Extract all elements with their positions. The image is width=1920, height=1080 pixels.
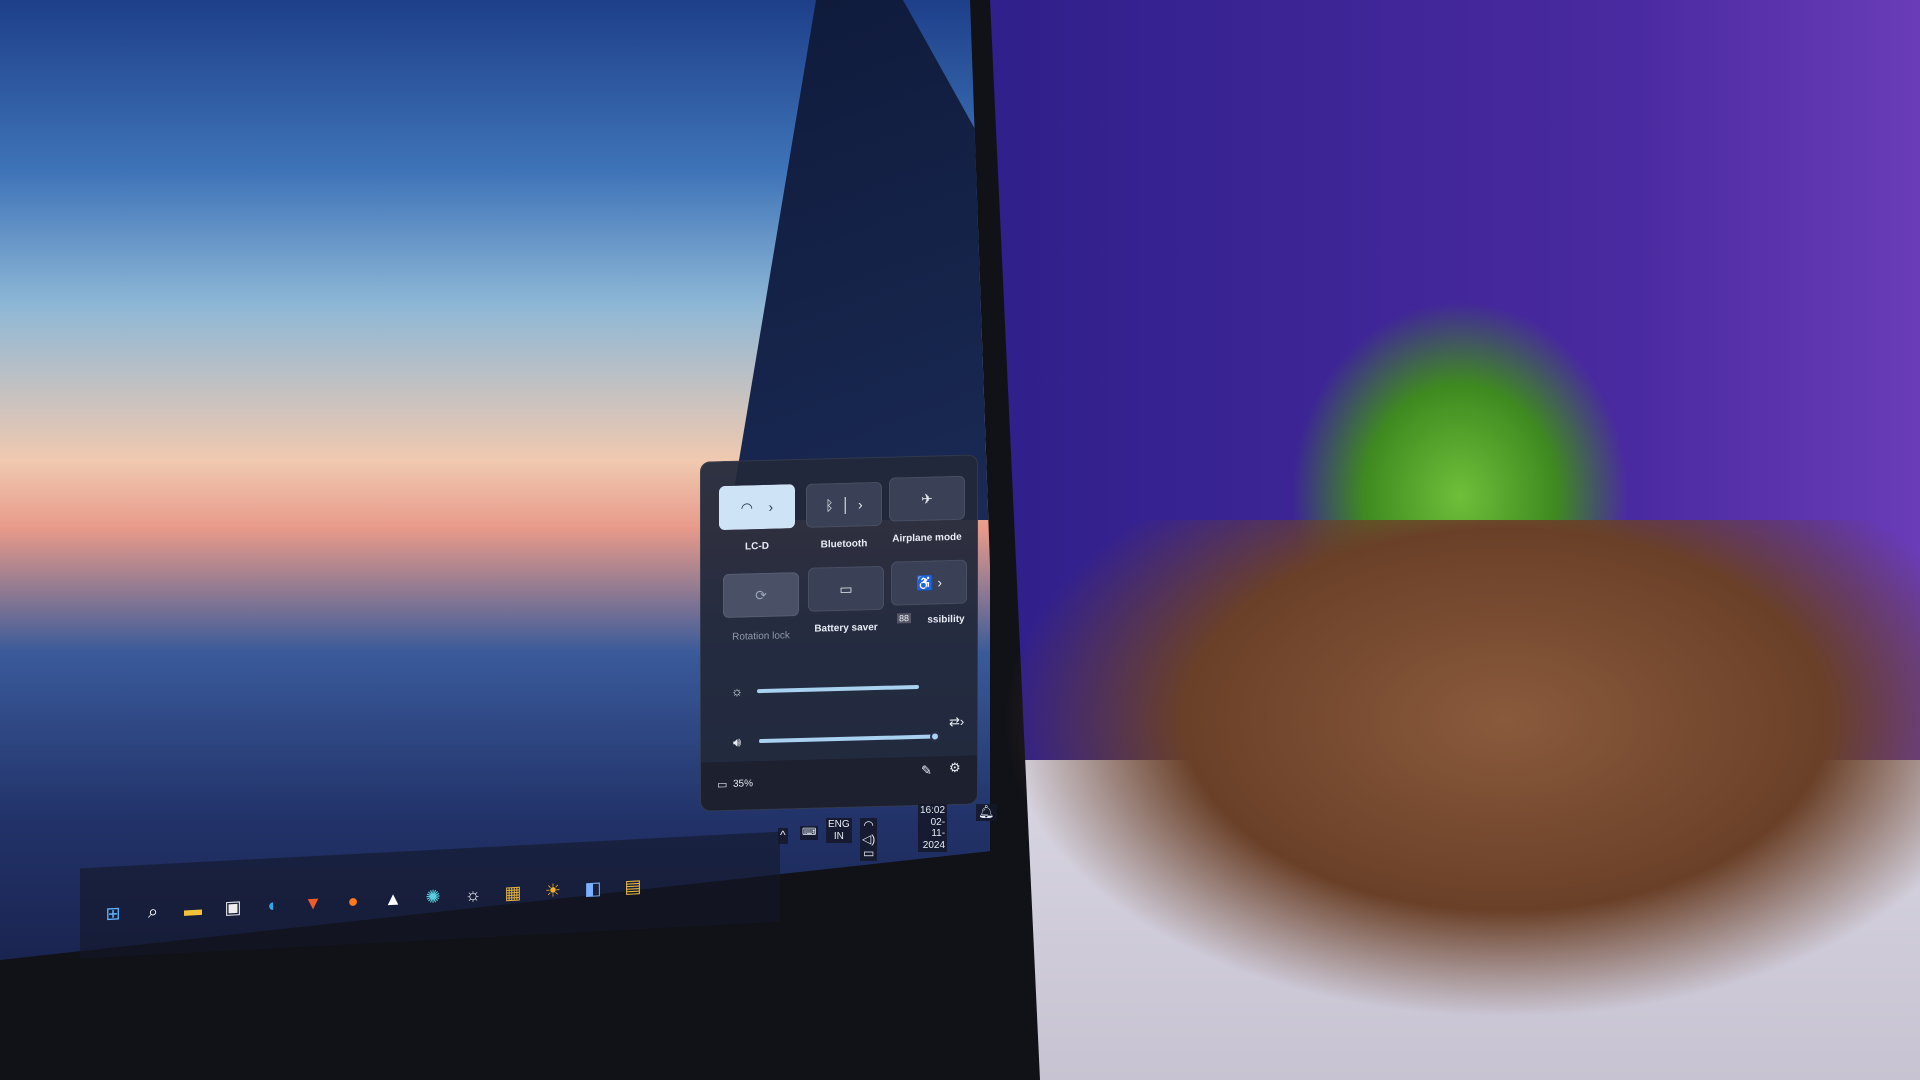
notification-bell-icon[interactable]: 🔔︎ (976, 804, 997, 821)
battery-saver-label: Battery saver (814, 621, 878, 635)
accessibility-tile[interactable]: ♿ › (891, 559, 967, 606)
app2-icon[interactable]: ◧ (580, 875, 606, 902)
volume-icon: ◁) (862, 831, 876, 846)
accessibility-label: ssibility (927, 613, 965, 626)
language-indicator[interactable]: ENG IN (826, 818, 852, 843)
battery-icon: ▭ (862, 845, 875, 860)
wifi-label: LC-D (745, 540, 769, 553)
desktop-wallpaper: ◠ › LC-D ᛒ │ › Bluetooth ✈ Airplane mode… (0, 0, 990, 960)
network-volume-battery-tray[interactable]: ◠ ◁) ▭ (860, 818, 878, 862)
start-icon[interactable]: ⊞ (100, 900, 126, 927)
airplane-mode-tile[interactable]: ✈ (889, 475, 965, 522)
battery-saver-tile[interactable]: ▭ (808, 565, 884, 612)
quick-settings-panel: ◠ › LC-D ᛒ │ › Bluetooth ✈ Airplane mode… (700, 454, 978, 812)
hand (1000, 520, 1920, 1020)
show-hidden-icons-chevron[interactable]: ^ (778, 828, 788, 844)
wifi-icon: ◠ (740, 498, 753, 516)
volume-slider-thumb[interactable] (930, 731, 940, 742)
file-explorer-icon[interactable]: ▬ (180, 896, 206, 923)
airplane-icon: ✈ (921, 490, 933, 507)
rotation-lock-icon: ⟳ (755, 586, 767, 603)
store-icon[interactable]: ▣ (220, 894, 246, 921)
bluetooth-tile[interactable]: ᛒ │ › (806, 481, 882, 528)
time: 16:02 (920, 805, 946, 816)
chevron-right-icon[interactable]: › (769, 499, 774, 515)
battery-percent[interactable]: 35% (733, 778, 753, 790)
language: ENG (828, 819, 850, 830)
system-tray: ^ ⌨ ENG IN ◠ ◁) ▭ 16:02 02-11-2024 🔔︎ (0, 0, 997, 862)
rotation-lock-tile[interactable]: ⟳ (723, 572, 799, 619)
airplane-mode-label: Airplane mode (892, 531, 962, 545)
brave-icon[interactable]: ▼ (300, 889, 326, 916)
settings-icon[interactable]: ✺ (420, 883, 446, 910)
rotation-lock-label: Rotation lock (732, 630, 790, 643)
battery-icon: ▭ (717, 778, 728, 792)
clock[interactable]: 16:02 02-11-2024 (918, 804, 948, 852)
volume-slider[interactable] (759, 734, 935, 744)
keyboard-icon[interactable]: ⌨ (800, 826, 819, 840)
weather-icon[interactable]: ☀ (540, 877, 566, 904)
wallpaper-trees (729, 0, 990, 520)
chevron-right-icon[interactable]: › (937, 574, 942, 590)
chevron-right-icon[interactable]: › (858, 496, 863, 512)
brightness-icon: ☼ (731, 683, 743, 699)
photos-icon[interactable]: ▦ (500, 879, 526, 906)
search-icon[interactable]: ⌕ (140, 898, 166, 925)
bluetooth-label: Bluetooth (820, 538, 868, 551)
edge-icon[interactable]: ◐ (260, 892, 286, 919)
brightness-icon[interactable]: ☼ (460, 881, 486, 908)
date: 02-11-2024 (922, 816, 946, 851)
audio-output-icon[interactable]: ⇄› (949, 714, 964, 730)
badge: 88 (897, 613, 912, 624)
bluetooth-icon: ᛒ (825, 497, 834, 514)
wifi-icon: ◠ (863, 818, 874, 832)
quick-settings-footer: ▭ 35% ✎ ⚙ (701, 755, 977, 811)
edit-pencil-icon[interactable]: ✎ (921, 763, 932, 779)
region: IN (833, 830, 844, 842)
battery-saver-icon: ▭ (839, 580, 853, 597)
app-icon[interactable]: ▲ (380, 885, 406, 912)
volume-icon: 🔊︎ (733, 734, 742, 750)
firefox-icon[interactable]: ● (340, 887, 366, 914)
settings-gear-icon[interactable]: ⚙ (949, 760, 961, 776)
app3-icon[interactable]: ▤ (620, 873, 646, 900)
accessibility-icon: ♿ (916, 574, 934, 591)
brightness-slider[interactable] (757, 684, 919, 694)
wifi-tile[interactable]: ◠ › (719, 484, 795, 531)
